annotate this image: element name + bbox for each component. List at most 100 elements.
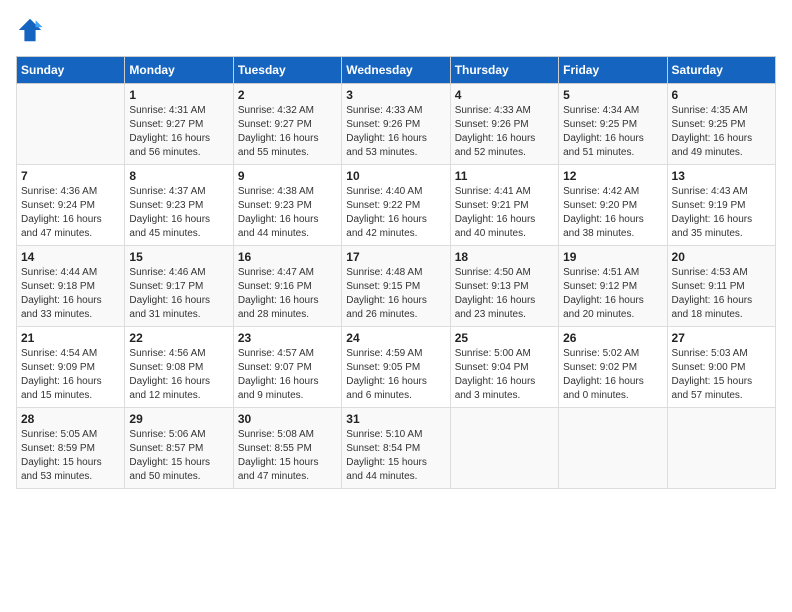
day-info: Sunrise: 4:38 AMSunset: 9:23 PMDaylight:… (238, 185, 337, 241)
calendar-cell: 5 Sunrise: 4:34 AMSunset: 9:25 PMDayligh… (559, 84, 667, 165)
calendar-cell: 18 Sunrise: 4:50 AMSunset: 9:13 PMDaylig… (450, 246, 558, 327)
day-info: Sunrise: 4:31 AMSunset: 9:27 PMDaylight:… (129, 104, 228, 160)
day-info: Sunrise: 5:08 AMSunset: 8:55 PMDaylight:… (238, 428, 337, 484)
calendar-cell: 11 Sunrise: 4:41 AMSunset: 9:21 PMDaylig… (450, 165, 558, 246)
calendar-cell: 30 Sunrise: 5:08 AMSunset: 8:55 PMDaylig… (233, 408, 341, 489)
calendar-cell: 6 Sunrise: 4:35 AMSunset: 9:25 PMDayligh… (667, 84, 775, 165)
day-number: 25 (455, 331, 554, 345)
calendar-cell: 12 Sunrise: 4:42 AMSunset: 9:20 PMDaylig… (559, 165, 667, 246)
day-info: Sunrise: 4:33 AMSunset: 9:26 PMDaylight:… (455, 104, 554, 160)
day-number: 16 (238, 250, 337, 264)
day-info: Sunrise: 4:47 AMSunset: 9:16 PMDaylight:… (238, 266, 337, 322)
day-number: 5 (563, 88, 662, 102)
day-number: 31 (346, 412, 445, 426)
day-info: Sunrise: 5:06 AMSunset: 8:57 PMDaylight:… (129, 428, 228, 484)
day-number: 7 (21, 169, 120, 183)
day-number: 20 (672, 250, 771, 264)
calendar-cell: 1 Sunrise: 4:31 AMSunset: 9:27 PMDayligh… (125, 84, 233, 165)
calendar-cell: 15 Sunrise: 4:46 AMSunset: 9:17 PMDaylig… (125, 246, 233, 327)
day-number: 27 (672, 331, 771, 345)
day-number: 15 (129, 250, 228, 264)
day-info: Sunrise: 4:42 AMSunset: 9:20 PMDaylight:… (563, 185, 662, 241)
calendar-cell: 20 Sunrise: 4:53 AMSunset: 9:11 PMDaylig… (667, 246, 775, 327)
calendar-cell: 26 Sunrise: 5:02 AMSunset: 9:02 PMDaylig… (559, 327, 667, 408)
calendar-cell: 29 Sunrise: 5:06 AMSunset: 8:57 PMDaylig… (125, 408, 233, 489)
day-info: Sunrise: 4:59 AMSunset: 9:05 PMDaylight:… (346, 347, 445, 403)
day-number: 4 (455, 88, 554, 102)
day-number: 23 (238, 331, 337, 345)
day-info: Sunrise: 4:57 AMSunset: 9:07 PMDaylight:… (238, 347, 337, 403)
calendar-cell: 17 Sunrise: 4:48 AMSunset: 9:15 PMDaylig… (342, 246, 450, 327)
week-row-1: 1 Sunrise: 4:31 AMSunset: 9:27 PMDayligh… (17, 84, 776, 165)
calendar-cell: 23 Sunrise: 4:57 AMSunset: 9:07 PMDaylig… (233, 327, 341, 408)
day-info: Sunrise: 4:35 AMSunset: 9:25 PMDaylight:… (672, 104, 771, 160)
calendar-cell (667, 408, 775, 489)
calendar-cell: 8 Sunrise: 4:37 AMSunset: 9:23 PMDayligh… (125, 165, 233, 246)
weekday-header-friday: Friday (559, 57, 667, 84)
calendar-cell: 7 Sunrise: 4:36 AMSunset: 9:24 PMDayligh… (17, 165, 125, 246)
day-info: Sunrise: 4:32 AMSunset: 9:27 PMDaylight:… (238, 104, 337, 160)
calendar-cell: 28 Sunrise: 5:05 AMSunset: 8:59 PMDaylig… (17, 408, 125, 489)
day-number: 30 (238, 412, 337, 426)
calendar-cell (17, 84, 125, 165)
week-row-4: 21 Sunrise: 4:54 AMSunset: 9:09 PMDaylig… (17, 327, 776, 408)
day-number: 8 (129, 169, 228, 183)
day-info: Sunrise: 4:37 AMSunset: 9:23 PMDaylight:… (129, 185, 228, 241)
weekday-header-tuesday: Tuesday (233, 57, 341, 84)
day-info: Sunrise: 4:48 AMSunset: 9:15 PMDaylight:… (346, 266, 445, 322)
day-number: 21 (21, 331, 120, 345)
day-number: 24 (346, 331, 445, 345)
day-info: Sunrise: 4:43 AMSunset: 9:19 PMDaylight:… (672, 185, 771, 241)
day-info: Sunrise: 5:10 AMSunset: 8:54 PMDaylight:… (346, 428, 445, 484)
day-number: 28 (21, 412, 120, 426)
day-info: Sunrise: 4:54 AMSunset: 9:09 PMDaylight:… (21, 347, 120, 403)
day-info: Sunrise: 4:36 AMSunset: 9:24 PMDaylight:… (21, 185, 120, 241)
day-number: 19 (563, 250, 662, 264)
calendar-cell: 31 Sunrise: 5:10 AMSunset: 8:54 PMDaylig… (342, 408, 450, 489)
calendar-cell: 21 Sunrise: 4:54 AMSunset: 9:09 PMDaylig… (17, 327, 125, 408)
day-number: 13 (672, 169, 771, 183)
day-info: Sunrise: 4:33 AMSunset: 9:26 PMDaylight:… (346, 104, 445, 160)
day-number: 17 (346, 250, 445, 264)
weekday-header-monday: Monday (125, 57, 233, 84)
day-info: Sunrise: 4:56 AMSunset: 9:08 PMDaylight:… (129, 347, 228, 403)
weekday-header-thursday: Thursday (450, 57, 558, 84)
day-number: 29 (129, 412, 228, 426)
day-number: 6 (672, 88, 771, 102)
day-number: 12 (563, 169, 662, 183)
weekday-header-wednesday: Wednesday (342, 57, 450, 84)
day-info: Sunrise: 4:46 AMSunset: 9:17 PMDaylight:… (129, 266, 228, 322)
week-row-5: 28 Sunrise: 5:05 AMSunset: 8:59 PMDaylig… (17, 408, 776, 489)
calendar-table: SundayMondayTuesdayWednesdayThursdayFrid… (16, 56, 776, 489)
calendar-cell: 24 Sunrise: 4:59 AMSunset: 9:05 PMDaylig… (342, 327, 450, 408)
day-info: Sunrise: 4:44 AMSunset: 9:18 PMDaylight:… (21, 266, 120, 322)
day-info: Sunrise: 4:51 AMSunset: 9:12 PMDaylight:… (563, 266, 662, 322)
day-number: 14 (21, 250, 120, 264)
calendar-cell: 22 Sunrise: 4:56 AMSunset: 9:08 PMDaylig… (125, 327, 233, 408)
logo-icon (16, 16, 44, 44)
calendar-cell: 16 Sunrise: 4:47 AMSunset: 9:16 PMDaylig… (233, 246, 341, 327)
day-number: 10 (346, 169, 445, 183)
calendar-cell: 25 Sunrise: 5:00 AMSunset: 9:04 PMDaylig… (450, 327, 558, 408)
day-info: Sunrise: 4:34 AMSunset: 9:25 PMDaylight:… (563, 104, 662, 160)
calendar-cell: 3 Sunrise: 4:33 AMSunset: 9:26 PMDayligh… (342, 84, 450, 165)
weekday-header-saturday: Saturday (667, 57, 775, 84)
calendar-cell: 2 Sunrise: 4:32 AMSunset: 9:27 PMDayligh… (233, 84, 341, 165)
day-number: 18 (455, 250, 554, 264)
day-info: Sunrise: 5:00 AMSunset: 9:04 PMDaylight:… (455, 347, 554, 403)
day-info: Sunrise: 4:41 AMSunset: 9:21 PMDaylight:… (455, 185, 554, 241)
calendar-cell: 9 Sunrise: 4:38 AMSunset: 9:23 PMDayligh… (233, 165, 341, 246)
weekday-header-sunday: Sunday (17, 57, 125, 84)
day-number: 22 (129, 331, 228, 345)
calendar-cell: 13 Sunrise: 4:43 AMSunset: 9:19 PMDaylig… (667, 165, 775, 246)
day-number: 1 (129, 88, 228, 102)
day-info: Sunrise: 4:40 AMSunset: 9:22 PMDaylight:… (346, 185, 445, 241)
day-number: 3 (346, 88, 445, 102)
calendar-cell: 19 Sunrise: 4:51 AMSunset: 9:12 PMDaylig… (559, 246, 667, 327)
calendar-cell (450, 408, 558, 489)
calendar-cell: 4 Sunrise: 4:33 AMSunset: 9:26 PMDayligh… (450, 84, 558, 165)
day-info: Sunrise: 5:05 AMSunset: 8:59 PMDaylight:… (21, 428, 120, 484)
day-number: 9 (238, 169, 337, 183)
week-row-3: 14 Sunrise: 4:44 AMSunset: 9:18 PMDaylig… (17, 246, 776, 327)
day-info: Sunrise: 5:03 AMSunset: 9:00 PMDaylight:… (672, 347, 771, 403)
